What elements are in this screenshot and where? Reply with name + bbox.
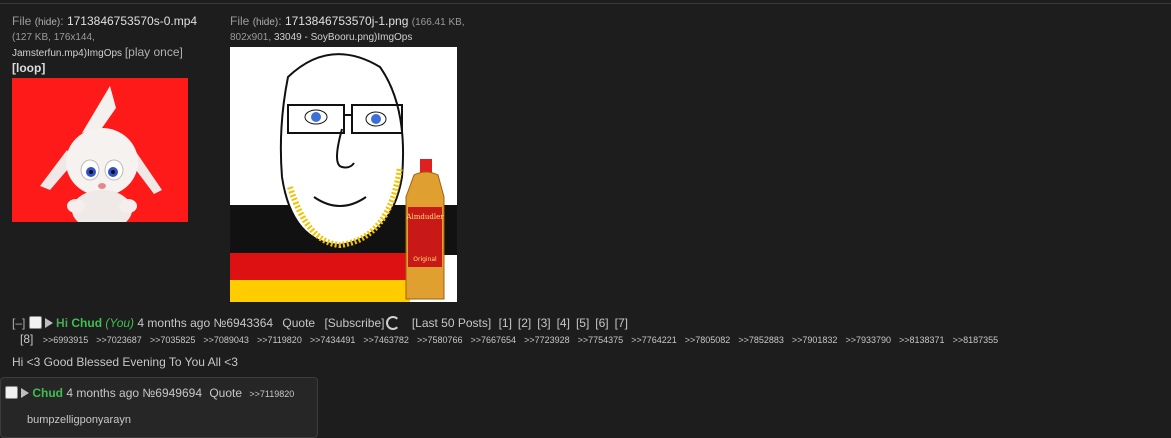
- poster-name: Chud: [71, 316, 103, 330]
- original-filename: Jamsterfun.mp4): [12, 48, 88, 59]
- backlink[interactable]: >>7035825: [150, 335, 196, 345]
- quote-link[interactable]: Quote: [282, 316, 315, 330]
- last-50-posts-link[interactable]: [Last 50 Posts]: [412, 316, 491, 330]
- original-filename: 33049 - SoyBooru.png): [273, 32, 378, 43]
- quote-link[interactable]: Quote: [209, 386, 242, 400]
- backlink[interactable]: >>7901832: [792, 335, 838, 345]
- backlink[interactable]: >>7023687: [96, 335, 142, 345]
- file-label: File: [230, 14, 250, 28]
- page-link[interactable]: [7]: [615, 316, 628, 330]
- page-link[interactable]: [6]: [595, 316, 608, 330]
- play-once-link[interactable]: [play once]: [125, 45, 183, 59]
- imgops-link[interactable]: ImgOps: [87, 48, 122, 59]
- poster-name: Chud: [32, 386, 63, 400]
- bottle-label-variant: Original: [413, 256, 437, 263]
- post-checkbox[interactable]: [5, 386, 18, 399]
- page-link[interactable]: [4]: [557, 316, 570, 330]
- post-number-link[interactable]: №6943364: [213, 316, 273, 330]
- backlink[interactable]: >>7089043: [203, 335, 249, 345]
- backlink[interactable]: >>7434491: [310, 335, 356, 345]
- backlink[interactable]: >>6993915: [43, 335, 89, 345]
- op-post-header: [–] Hi Chud (You) 4 months ago №6943364 …: [12, 316, 634, 330]
- you-marker: (You): [105, 316, 135, 330]
- hide-link[interactable]: (hide): [253, 17, 279, 28]
- page-links: [1] [2] [3] [4] [5] [6] [7]: [499, 316, 634, 330]
- post-date: 4 months ago: [66, 386, 140, 400]
- file-name-link[interactable]: 1713846753570j-1.png: [285, 14, 408, 28]
- reply-backlinks: >>6993915 >>7023687 >>7035825 >>7089043 >>71…: [43, 335, 1006, 345]
- image-thumbnail[interactable]: Almdudler Original: [230, 47, 457, 302]
- video-thumbnail[interactable]: [12, 78, 188, 222]
- file-meta: (166.41 KB,: [411, 17, 465, 28]
- backlink[interactable]: >>7580766: [417, 335, 463, 345]
- backlink[interactable]: >>7933790: [845, 335, 891, 345]
- backlink[interactable]: >>8138371: [899, 335, 945, 345]
- bunny-character-image: [12, 78, 188, 222]
- file-info-1: File (hide): 1713846753570s-0.mp4 (127 K…: [12, 14, 202, 76]
- backlink[interactable]: >>7119820: [249, 389, 294, 399]
- post-date: 4 months ago: [137, 316, 211, 330]
- page-link[interactable]: [2]: [518, 316, 531, 330]
- backlink[interactable]: >>7852883: [738, 335, 784, 345]
- file-meta: (127 KB, 176x144,: [12, 32, 95, 43]
- reload-icon[interactable]: [386, 316, 401, 330]
- backlink[interactable]: >>8187355: [953, 335, 999, 345]
- soyjak-image: Almdudler Original: [230, 47, 457, 302]
- reply-header: Chud 4 months ago №6949694 Quote >>71198…: [5, 386, 294, 400]
- post-checkbox[interactable]: [28, 316, 42, 329]
- post-subject: Hi: [56, 316, 69, 330]
- file-dimensions: 802x901,: [230, 32, 272, 43]
- backlink[interactable]: >>7463782: [363, 335, 409, 345]
- file-label: File: [12, 14, 32, 28]
- triangle-menu-icon[interactable]: [21, 388, 29, 398]
- file-name-link[interactable]: 1713846753570s-0.mp4: [67, 14, 197, 28]
- page-link[interactable]: [1]: [499, 316, 512, 330]
- page-link[interactable]: [5]: [576, 316, 589, 330]
- hide-link[interactable]: (hide): [35, 17, 61, 28]
- reply-post: Chud 4 months ago №6949694 Quote >>71198…: [0, 377, 318, 438]
- op-backlinks-line: [8] >>6993915 >>7023687 >>7035825 >>7089043…: [20, 332, 1006, 346]
- op-message: Hi <3 Good Blessed Evening To You All <3: [12, 355, 238, 369]
- backlink[interactable]: >>7754375: [578, 335, 624, 345]
- page-link[interactable]: [8]: [20, 332, 33, 346]
- backlink[interactable]: >>7764221: [631, 335, 677, 345]
- backlink[interactable]: >>7805082: [685, 335, 731, 345]
- top-divider: [0, 3, 1171, 4]
- triangle-menu-icon[interactable]: [44, 318, 53, 328]
- subscribe-link[interactable]: [Subscribe]: [324, 316, 384, 330]
- backlink[interactable]: >>7667654: [471, 335, 517, 345]
- loop-link[interactable]: [loop]: [12, 61, 45, 75]
- backlink[interactable]: >>7723928: [524, 335, 570, 345]
- imgops-link[interactable]: ImgOps: [377, 32, 412, 43]
- bottle-label: Almdudler: [405, 213, 444, 221]
- file-info-2: File (hide): 1713846753570j-1.png (166.4…: [230, 14, 465, 43]
- collapse-button[interactable]: [–]: [12, 316, 25, 330]
- backlink[interactable]: >>7119820: [257, 335, 302, 345]
- post-number-link[interactable]: №6949694: [142, 386, 202, 400]
- reply-message: bumpzelligponyarayn: [27, 414, 131, 426]
- page-link[interactable]: [3]: [537, 316, 550, 330]
